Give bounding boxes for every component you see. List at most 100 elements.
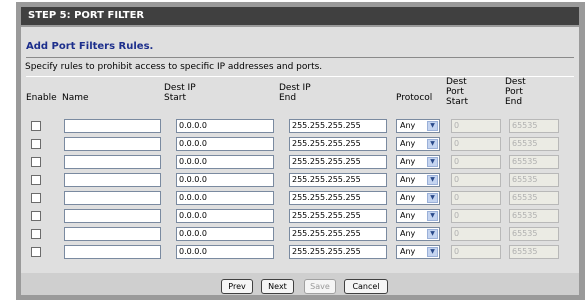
name-input[interactable] [64, 227, 161, 241]
dest-port-end-input: 65535 [509, 173, 559, 187]
chevron-down-icon: ▼ [427, 139, 438, 149]
dest-ip-start-input[interactable]: 0.0.0.0 [176, 155, 274, 169]
table-row: 0.0.0.0 255.255.255.255 Any ▼ 0 65535 [21, 191, 579, 205]
dest-port-end-input: 65535 [509, 191, 559, 205]
name-input[interactable] [64, 191, 161, 205]
dest-ip-end-input[interactable]: 255.255.255.255 [289, 209, 387, 223]
dest-port-end-input: 65535 [509, 245, 559, 259]
dest-ip-start-input[interactable]: 0.0.0.0 [176, 245, 274, 259]
dest-ip-start-input[interactable]: 0.0.0.0 [176, 191, 274, 205]
dest-port-end-input: 65535 [509, 119, 559, 133]
enable-checkbox[interactable] [31, 157, 41, 167]
enable-checkbox[interactable] [31, 211, 41, 221]
dest-port-end-input: 65535 [509, 155, 559, 169]
dest-port-start-input: 0 [451, 245, 501, 259]
protocol-select[interactable]: Any ▼ [396, 191, 440, 205]
col-header-line: Dest IP [164, 83, 196, 93]
chevron-down-icon: ▼ [427, 175, 438, 185]
protocol-select[interactable]: Any ▼ [396, 155, 440, 169]
dest-port-end-input: 65535 [509, 227, 559, 241]
step-header: STEP 5: PORT FILTER [21, 7, 579, 25]
protocol-value: Any [400, 157, 416, 166]
dest-ip-start-input[interactable]: 0.0.0.0 [176, 137, 274, 151]
dest-ip-end-input[interactable]: 255.255.255.255 [289, 137, 387, 151]
enable-checkbox[interactable] [31, 193, 41, 203]
col-header-line: Start [446, 97, 468, 107]
dest-port-end-input: 65535 [509, 209, 559, 223]
protocol-value: Any [400, 193, 416, 202]
dest-ip-end-input[interactable]: 255.255.255.255 [289, 245, 387, 259]
name-input[interactable] [64, 245, 161, 259]
section-title: Add Port Filters Rules. [26, 41, 154, 52]
section-description: Specify rules to prohibit access to spec… [25, 62, 323, 72]
chevron-down-icon: ▼ [427, 193, 438, 203]
col-header-line: End [505, 97, 523, 107]
enable-checkbox[interactable] [31, 247, 41, 257]
dest-ip-end-input[interactable]: 255.255.255.255 [289, 119, 387, 133]
dest-ip-end-input[interactable]: 255.255.255.255 [289, 227, 387, 241]
dest-ip-start-input[interactable]: 0.0.0.0 [176, 209, 274, 223]
chevron-down-icon: ▼ [427, 211, 438, 221]
col-header-line: Dest [446, 77, 467, 87]
divider [26, 76, 574, 77]
dest-port-start-input: 0 [451, 119, 501, 133]
name-input[interactable] [64, 173, 161, 187]
protocol-value: Any [400, 175, 416, 184]
col-header-dest-port-end: Dest Port End [505, 77, 526, 107]
protocol-value: Any [400, 211, 416, 220]
table-row: 0.0.0.0 255.255.255.255 Any ▼ 0 65535 [21, 137, 579, 151]
divider [26, 57, 574, 58]
enable-checkbox[interactable] [31, 175, 41, 185]
dest-port-start-input: 0 [451, 227, 501, 241]
dest-ip-end-input[interactable]: 255.255.255.255 [289, 173, 387, 187]
enable-checkbox[interactable] [31, 121, 41, 131]
col-header-protocol: Protocol [396, 93, 433, 103]
enable-checkbox[interactable] [31, 229, 41, 239]
protocol-select[interactable]: Any ▼ [396, 173, 440, 187]
dest-ip-start-input[interactable]: 0.0.0.0 [176, 173, 274, 187]
col-header-enable: Enable [26, 93, 57, 103]
name-input[interactable] [64, 155, 161, 169]
rules-panel: Add Port Filters Rules. Specify rules to… [21, 27, 579, 273]
col-header-line: Port [446, 87, 464, 97]
enable-checkbox[interactable] [31, 139, 41, 149]
col-header-line: Start [164, 93, 186, 103]
save-button: Save [304, 279, 336, 294]
dest-port-start-input: 0 [451, 191, 501, 205]
dest-ip-start-input[interactable]: 0.0.0.0 [176, 119, 274, 133]
protocol-value: Any [400, 229, 416, 238]
protocol-select[interactable]: Any ▼ [396, 209, 440, 223]
col-header-line: Port [505, 87, 523, 97]
cancel-button[interactable]: Cancel [344, 279, 388, 294]
protocol-value: Any [400, 121, 416, 130]
table-row: 0.0.0.0 255.255.255.255 Any ▼ 0 65535 [21, 155, 579, 169]
name-input[interactable] [64, 137, 161, 151]
col-header-dest-ip-start: Dest IP Start [164, 83, 196, 103]
dest-ip-end-input[interactable]: 255.255.255.255 [289, 155, 387, 169]
col-header-line: Dest [505, 77, 526, 87]
wizard-frame: STEP 5: PORT FILTER Add Port Filters Rul… [16, 2, 585, 300]
dest-port-end-input: 65535 [509, 137, 559, 151]
name-input[interactable] [64, 209, 161, 223]
col-header-dest-port-start: Dest Port Start [446, 77, 468, 107]
col-header-name: Name [62, 93, 89, 103]
dest-ip-end-input[interactable]: 255.255.255.255 [289, 191, 387, 205]
protocol-select[interactable]: Any ▼ [396, 137, 440, 151]
table-row: 0.0.0.0 255.255.255.255 Any ▼ 0 65535 [21, 227, 579, 241]
dest-ip-start-input[interactable]: 0.0.0.0 [176, 227, 274, 241]
name-input[interactable] [64, 119, 161, 133]
prev-button[interactable]: Prev [221, 279, 253, 294]
protocol-select[interactable]: Any ▼ [396, 227, 440, 241]
next-button[interactable]: Next [261, 279, 294, 294]
chevron-down-icon: ▼ [427, 247, 438, 257]
protocol-value: Any [400, 247, 416, 256]
table-row: 0.0.0.0 255.255.255.255 Any ▼ 0 65535 [21, 209, 579, 223]
col-header-line: Dest IP [279, 83, 311, 93]
table-row: 0.0.0.0 255.255.255.255 Any ▼ 0 65535 [21, 245, 579, 259]
table-row: 0.0.0.0 255.255.255.255 Any ▼ 0 65535 [21, 119, 579, 133]
dest-port-start-input: 0 [451, 209, 501, 223]
col-header-line: End [279, 93, 297, 103]
protocol-value: Any [400, 139, 416, 148]
protocol-select[interactable]: Any ▼ [396, 119, 440, 133]
protocol-select[interactable]: Any ▼ [396, 245, 440, 259]
